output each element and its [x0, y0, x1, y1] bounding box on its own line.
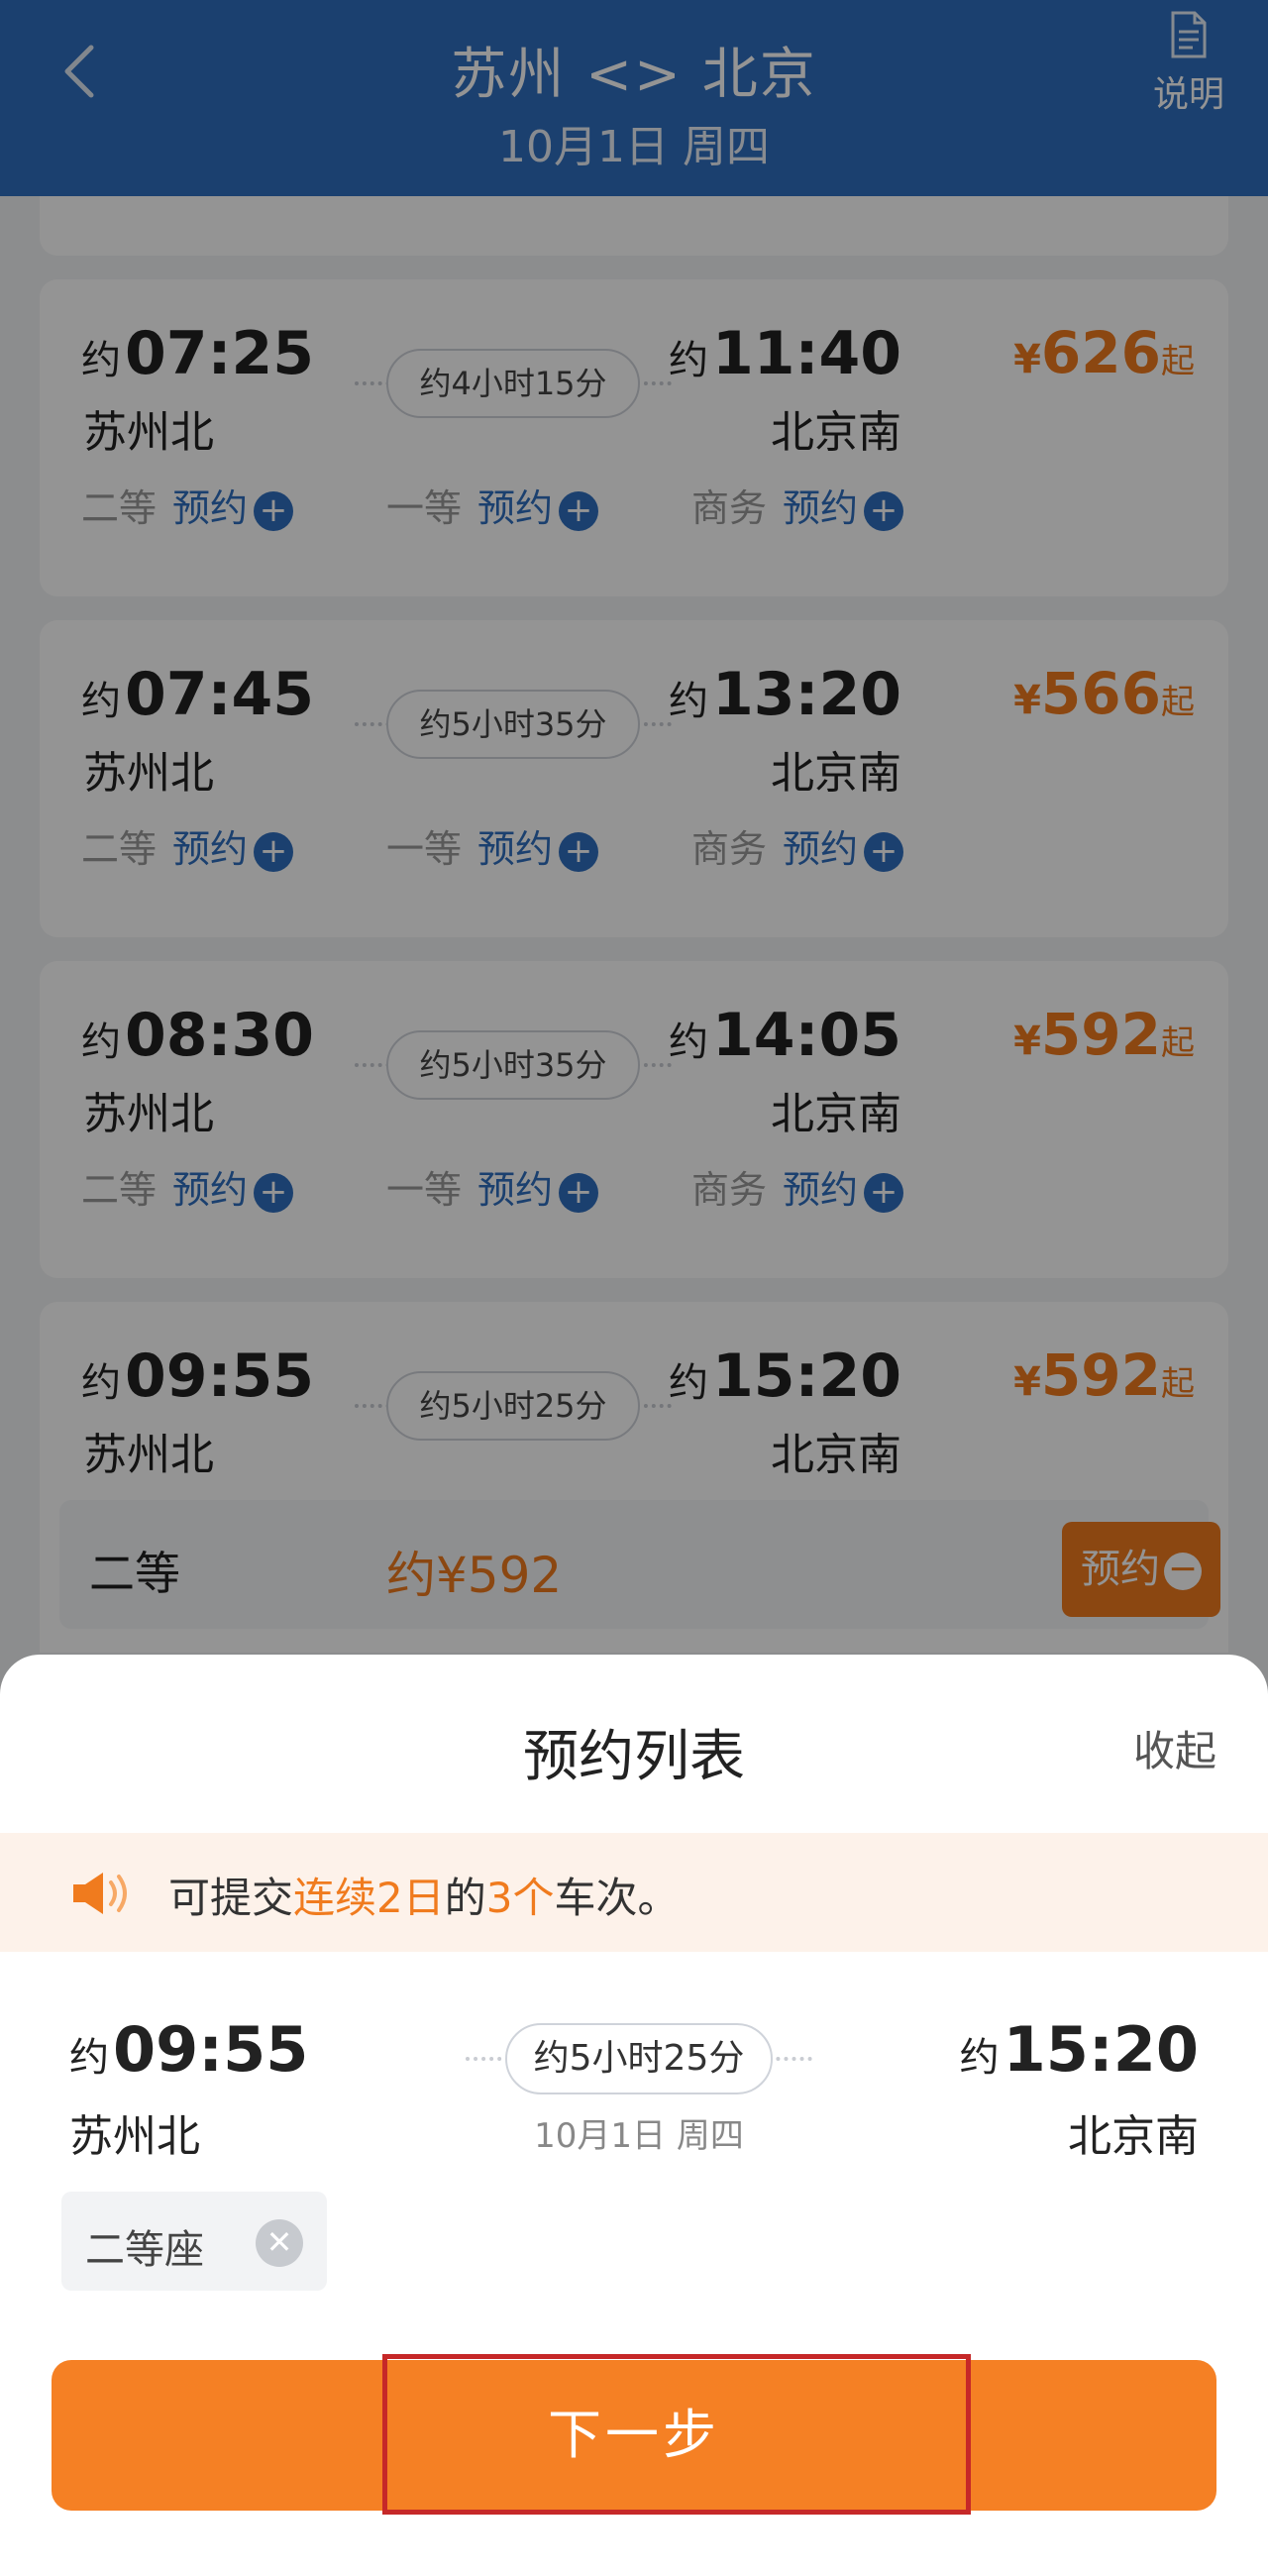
reservation-list-sheet: 预约列表 收起 可提交连续2日的3个车次。 约09:55 苏州北 约5小时25分…: [0, 1655, 1268, 2576]
notice-text: 可提交连续2日的3个车次。: [168, 1874, 680, 1922]
sheet-title: 预约列表: [523, 1725, 745, 1789]
seat-chip-label: 二等座: [85, 2227, 204, 2273]
notice-banner: 可提交连续2日的3个车次。: [0, 1833, 1268, 1952]
collapse-button[interactable]: 收起: [1133, 1718, 1216, 1778]
selected-duration-pill: 约5小时25分: [466, 2023, 812, 2094]
selected-departure-time: 约09:55: [69, 2013, 309, 2086]
selected-arrival-station: 北京南: [1068, 2111, 1199, 2162]
seat-chip: 二等座 ✕: [61, 2192, 327, 2291]
speaker-icon: [73, 1873, 127, 1914]
selected-arrival-time: 约15:20: [959, 2013, 1199, 2086]
close-icon[interactable]: ✕: [256, 2219, 303, 2267]
annotation-highlight-box: [382, 2354, 971, 2515]
